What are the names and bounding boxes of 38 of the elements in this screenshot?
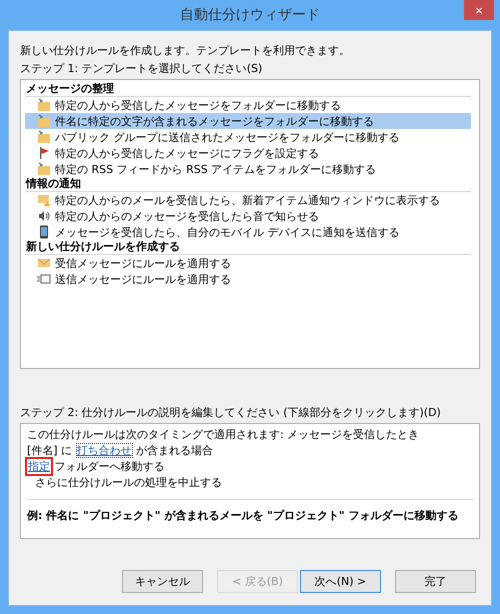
rule-value-link[interactable]: 打ち合わせ (76, 443, 133, 458)
speaker-icon (37, 209, 51, 223)
send-mail-icon (37, 272, 51, 286)
flag-icon (37, 146, 51, 160)
dialog-button[interactable]: キャンセル (122, 570, 203, 593)
intro-text: 新しい仕分けルールを作成します。テンプレートを利用できます。 (20, 43, 351, 58)
template-item[interactable]: パブリック グループに送信されたメッセージをフォルダーに移動する (25, 129, 471, 145)
folder-icon (37, 130, 51, 144)
phone-icon (37, 225, 51, 239)
rule-description-line: 指定 フォルダーへ移動する (27, 459, 473, 475)
group-heading: 情報の通知 (25, 177, 471, 192)
close-button[interactable]: × (464, 0, 494, 20)
envelope-icon (37, 256, 51, 270)
template-item[interactable]: 特定の RSS フィードから RSS アイテムをフォルダーに移動する (25, 161, 471, 177)
rule-value-link[interactable]: 指定 (27, 459, 51, 474)
example-text: 例: 件名に "プロジェクト" が含まれるメールを "プロジェクト" フォルダーに移動する (27, 508, 460, 524)
envelope-star-icon (37, 193, 51, 207)
template-item[interactable]: 特定の人からのメッセージを受信したら音で知らせる (25, 208, 471, 224)
template-item[interactable]: 受信メッセージにルールを適用する (25, 255, 471, 271)
folder-icon (37, 98, 51, 112)
template-item[interactable]: 特定の人から受信したメッセージにフラグを設定する (25, 145, 471, 161)
template-item[interactable]: 特定の人から受信したメッセージをフォルダーに移動する (25, 97, 471, 113)
template-item[interactable]: 送信メッセージにルールを適用する (25, 271, 471, 287)
group-heading: メッセージの整理 (25, 82, 471, 97)
rule-description-line: さらに仕分けルールの処理を中止する (34, 475, 223, 491)
dialog-button[interactable]: 次へ(N) > (300, 570, 381, 593)
step-label: ステップ 1: テンプレートを選択してください(S) (20, 61, 264, 76)
rule-description-line: [件名] に 打ち合わせ が含まれる場合 (27, 443, 214, 459)
step-label: ステップ 2: 仕分けルールの説明を編集してください (下線部分をクリックします)(D) (20, 405, 442, 420)
dialog-button[interactable]: 完了 (395, 570, 476, 593)
template-item[interactable]: メッセージを受信したら、自分のモバイル デバイスに通知を送信する (25, 224, 471, 240)
rule-description-line: この仕分けルールは次のタイミングで適用されます: メッセージを受信したとき (27, 427, 420, 443)
template-item[interactable]: 件名に特定の文字が含まれるメッセージをフォルダーに移動する (25, 113, 471, 129)
group-heading: 新しい仕分けルールを作成する (25, 240, 471, 255)
window-title: 自動仕分けウィザード (180, 6, 320, 24)
template-item[interactable]: 特定の人からのメールを受信したら、新着アイテム通知ウィンドウに表示する (25, 192, 471, 208)
folder-icon (37, 114, 51, 128)
folder-icon (37, 162, 51, 176)
